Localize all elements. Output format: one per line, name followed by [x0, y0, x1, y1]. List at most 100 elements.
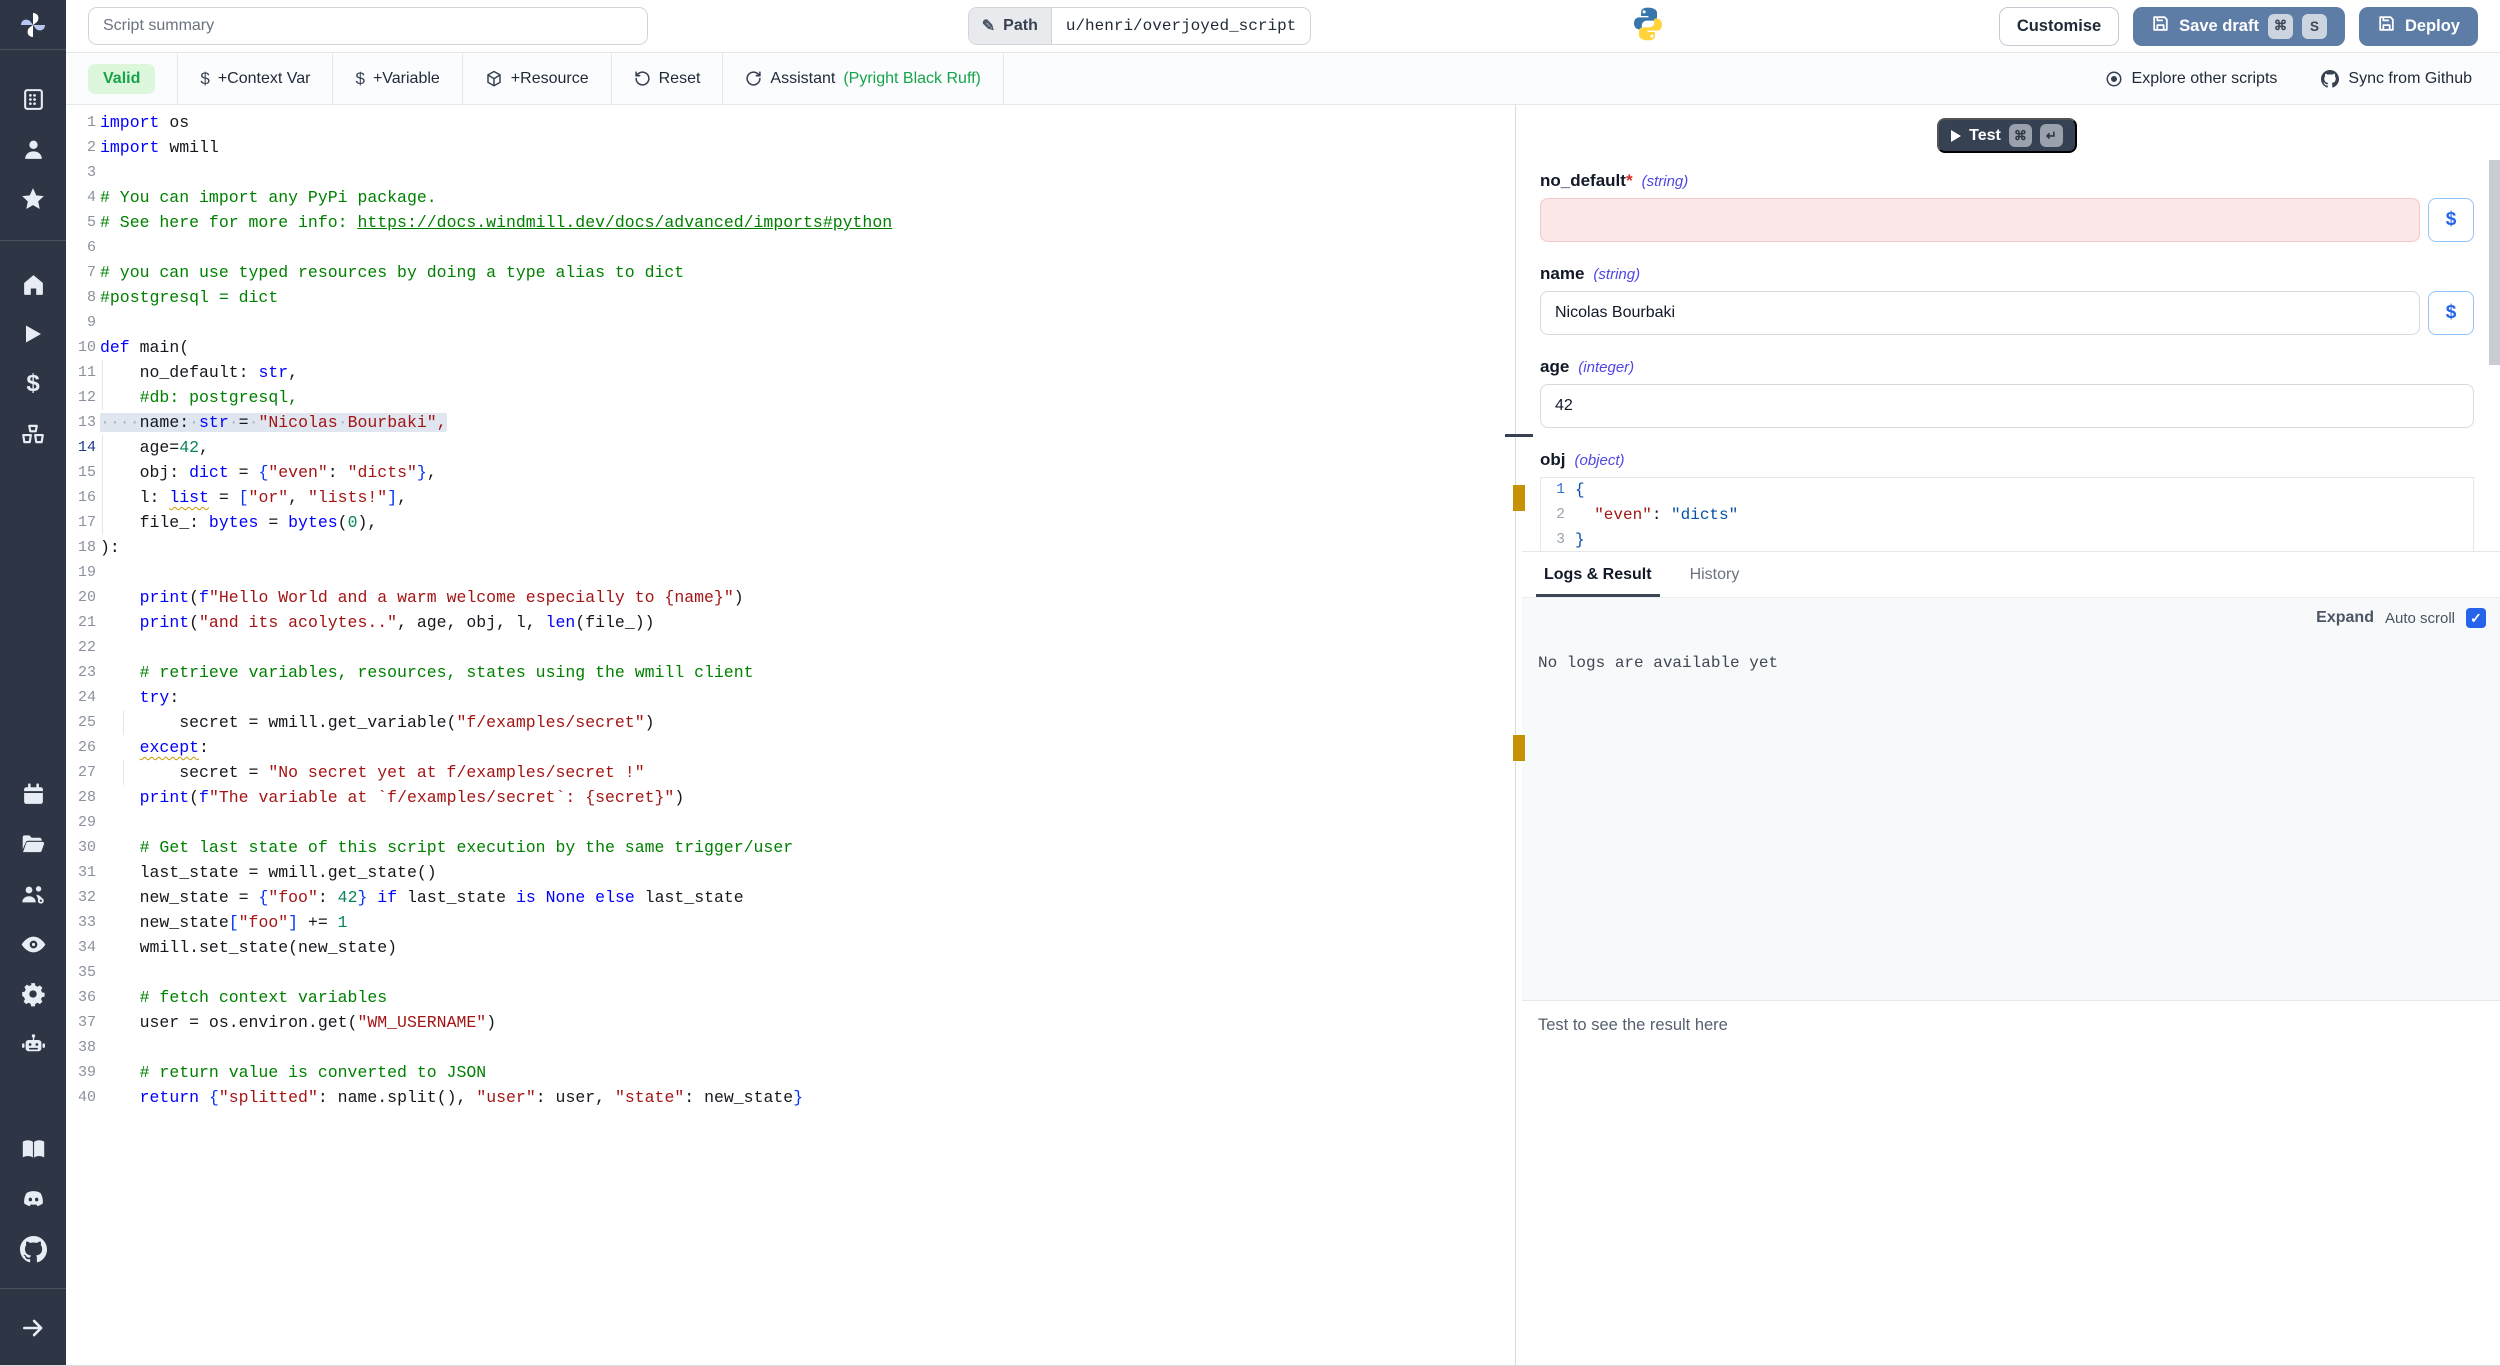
code-line[interactable]: 36 # fetch context variables — [66, 985, 1510, 1010]
obj-json-editor[interactable]: 1{2 "even": "dicts"3} — [1540, 477, 2474, 552]
deploy-button[interactable]: Deploy — [2359, 7, 2478, 46]
no-default-input[interactable] — [1540, 198, 2420, 242]
test-button[interactable]: Test ⌘ ↵ — [1937, 118, 2077, 153]
edit-path-button[interactable]: ✎ Path — [969, 8, 1052, 44]
sidebar-item-runs[interactable] — [0, 309, 66, 359]
dollar-icon: $ — [2446, 209, 2457, 231]
code-line[interactable]: 29 — [66, 810, 1510, 835]
code-line[interactable]: 6 — [66, 235, 1510, 260]
panel-scrollbar[interactable] — [2489, 160, 2500, 365]
sidebar-item-audit-logs[interactable] — [0, 919, 66, 969]
sidebar-item-workspace[interactable] — [0, 74, 66, 124]
autoscroll-checkbox[interactable]: ✓ — [2466, 608, 2486, 628]
obj-editor-line[interactable]: 2 "even": "dicts" — [1541, 503, 2473, 528]
code-line[interactable]: 13····name:·str·=·"Nicolas·Bourbaki", — [66, 410, 1510, 435]
age-input[interactable] — [1540, 384, 2474, 428]
assistant-button[interactable]: Assistant (Pyright Black Ruff) — [723, 53, 1002, 104]
gear-icon — [20, 981, 46, 1007]
code-line[interactable]: 31 last_state = wmill.get_state() — [66, 860, 1510, 885]
dollar-icon: $ — [26, 370, 39, 398]
code-line[interactable]: 39 # return value is converted to JSON — [66, 1060, 1510, 1085]
sidebar-collapse-button[interactable] — [0, 1303, 66, 1353]
code-line[interactable]: 34 wmill.set_state(new_state) — [66, 935, 1510, 960]
code-line[interactable]: 5# See here for more info: https://docs.… — [66, 210, 1510, 235]
code-line[interactable]: 16 l: list = ["or", "lists!"], — [66, 485, 1510, 510]
script-summary-input[interactable] — [88, 7, 648, 45]
sync-github-label: Sync from Github — [2348, 70, 2472, 88]
code-line[interactable]: 9 — [66, 310, 1510, 335]
sidebar-item-logo[interactable] — [0, 0, 66, 50]
code-line[interactable]: 18): — [66, 535, 1510, 560]
insert-variable-button[interactable]: $ — [2428, 291, 2474, 335]
reset-button[interactable]: Reset — [612, 53, 723, 104]
code-editor[interactable]: 1import os2import wmill34# You can impor… — [66, 105, 1510, 1365]
code-line[interactable]: 30 # Get last state of this script execu… — [66, 835, 1510, 860]
sync-from-github-button[interactable]: Sync from Github — [2321, 70, 2472, 88]
code-line[interactable]: 11 no_default: str, — [66, 360, 1510, 385]
code-line[interactable]: 26 except: — [66, 735, 1510, 760]
test-label: Test — [1969, 127, 2001, 145]
code-line[interactable]: 24 try: — [66, 685, 1510, 710]
add-resource-button[interactable]: +Resource — [463, 53, 611, 104]
pane-resize-handle[interactable] — [1505, 434, 1533, 437]
explore-other-scripts-button[interactable]: Explore other scripts — [2105, 70, 2278, 88]
sidebar-item-home[interactable] — [0, 259, 66, 309]
code-line[interactable]: 33 new_state["foo"] += 1 — [66, 910, 1510, 935]
code-line[interactable]: 37 user = os.environ.get("WM_USERNAME") — [66, 1010, 1510, 1035]
sidebar-item-variables[interactable]: $ — [0, 359, 66, 409]
line-number: 12 — [66, 385, 96, 410]
obj-editor-line[interactable]: 1{ — [1541, 478, 2473, 503]
arrow-right-icon — [20, 1315, 46, 1341]
code-line[interactable]: 8#postgresql = dict — [66, 285, 1510, 310]
line-number: 1 — [1541, 478, 1575, 503]
code-line[interactable]: 40 return {"splitted": name.split(), "us… — [66, 1085, 1510, 1110]
code-line[interactable]: 38 — [66, 1035, 1510, 1060]
code-line[interactable]: 1import os — [66, 110, 1510, 135]
code-line[interactable]: 15 obj: dict = {"even": "dicts"}, — [66, 460, 1510, 485]
code-line[interactable]: 3 — [66, 160, 1510, 185]
sidebar-item-folders[interactable] — [0, 819, 66, 869]
name-input[interactable] — [1540, 291, 2420, 335]
obj-editor-line[interactable]: 3} — [1541, 528, 2473, 552]
tab-history[interactable]: History — [1686, 552, 1744, 597]
line-number: 8 — [66, 285, 96, 310]
code-line[interactable]: 28 print(f"The variable at `f/examples/s… — [66, 785, 1510, 810]
add-variable-button[interactable]: $ +Variable — [333, 53, 461, 104]
sidebar-item-schedules[interactable] — [0, 769, 66, 819]
top-bar: ✎ Path u/henri/overjoyed_script Customis… — [66, 0, 2500, 53]
sidebar-item-groups[interactable] — [0, 869, 66, 919]
sidebar-item-github[interactable] — [0, 1224, 66, 1274]
code-line[interactable]: 20 print(f"Hello World and a warm welcom… — [66, 585, 1510, 610]
add-context-var-button[interactable]: $ +Context Var — [178, 53, 332, 104]
line-number: 20 — [66, 585, 96, 610]
code-line[interactable]: 35 — [66, 960, 1510, 985]
sidebar-item-settings[interactable] — [0, 969, 66, 1019]
expand-button[interactable]: Expand — [2316, 609, 2374, 627]
code-line[interactable]: 22 — [66, 635, 1510, 660]
code-line[interactable]: 19 — [66, 560, 1510, 585]
line-number: 3 — [66, 160, 96, 185]
sidebar-item-docs[interactable] — [0, 1124, 66, 1174]
code-line[interactable]: 14 age=42, — [66, 435, 1510, 460]
code-line[interactable]: 27 secret = "No secret yet at f/examples… — [66, 760, 1510, 785]
sidebar-item-ai-assistant[interactable] — [0, 1019, 66, 1069]
code-line[interactable]: 12 #db: postgresql, — [66, 385, 1510, 410]
save-draft-button[interactable]: Save draft ⌘ S — [2133, 7, 2345, 46]
code-line[interactable]: 32 new_state = {"foo": 42} if last_state… — [66, 885, 1510, 910]
sidebar-item-favorites[interactable] — [0, 174, 66, 224]
code-line[interactable]: 2import wmill — [66, 135, 1510, 160]
code-line[interactable]: 21 print("and its acolytes..", age, obj,… — [66, 610, 1510, 635]
code-line[interactable]: 25 secret = wmill.get_variable("f/exampl… — [66, 710, 1510, 735]
code-line[interactable]: 4# You can import any PyPi package. — [66, 185, 1510, 210]
customise-button[interactable]: Customise — [1999, 7, 2119, 46]
eye-icon — [20, 931, 47, 958]
sidebar-item-discord[interactable] — [0, 1174, 66, 1224]
code-line[interactable]: 7# you can use typed resources by doing … — [66, 260, 1510, 285]
tab-logs-result[interactable]: Logs & Result — [1540, 552, 1656, 597]
insert-variable-button[interactable]: $ — [2428, 198, 2474, 242]
sidebar-item-resources[interactable] — [0, 409, 66, 459]
code-line[interactable]: 17 file_: bytes = bytes(0), — [66, 510, 1510, 535]
sidebar-item-user[interactable] — [0, 124, 66, 174]
code-line[interactable]: 10def main( — [66, 335, 1510, 360]
code-line[interactable]: 23 # retrieve variables, resources, stat… — [66, 660, 1510, 685]
